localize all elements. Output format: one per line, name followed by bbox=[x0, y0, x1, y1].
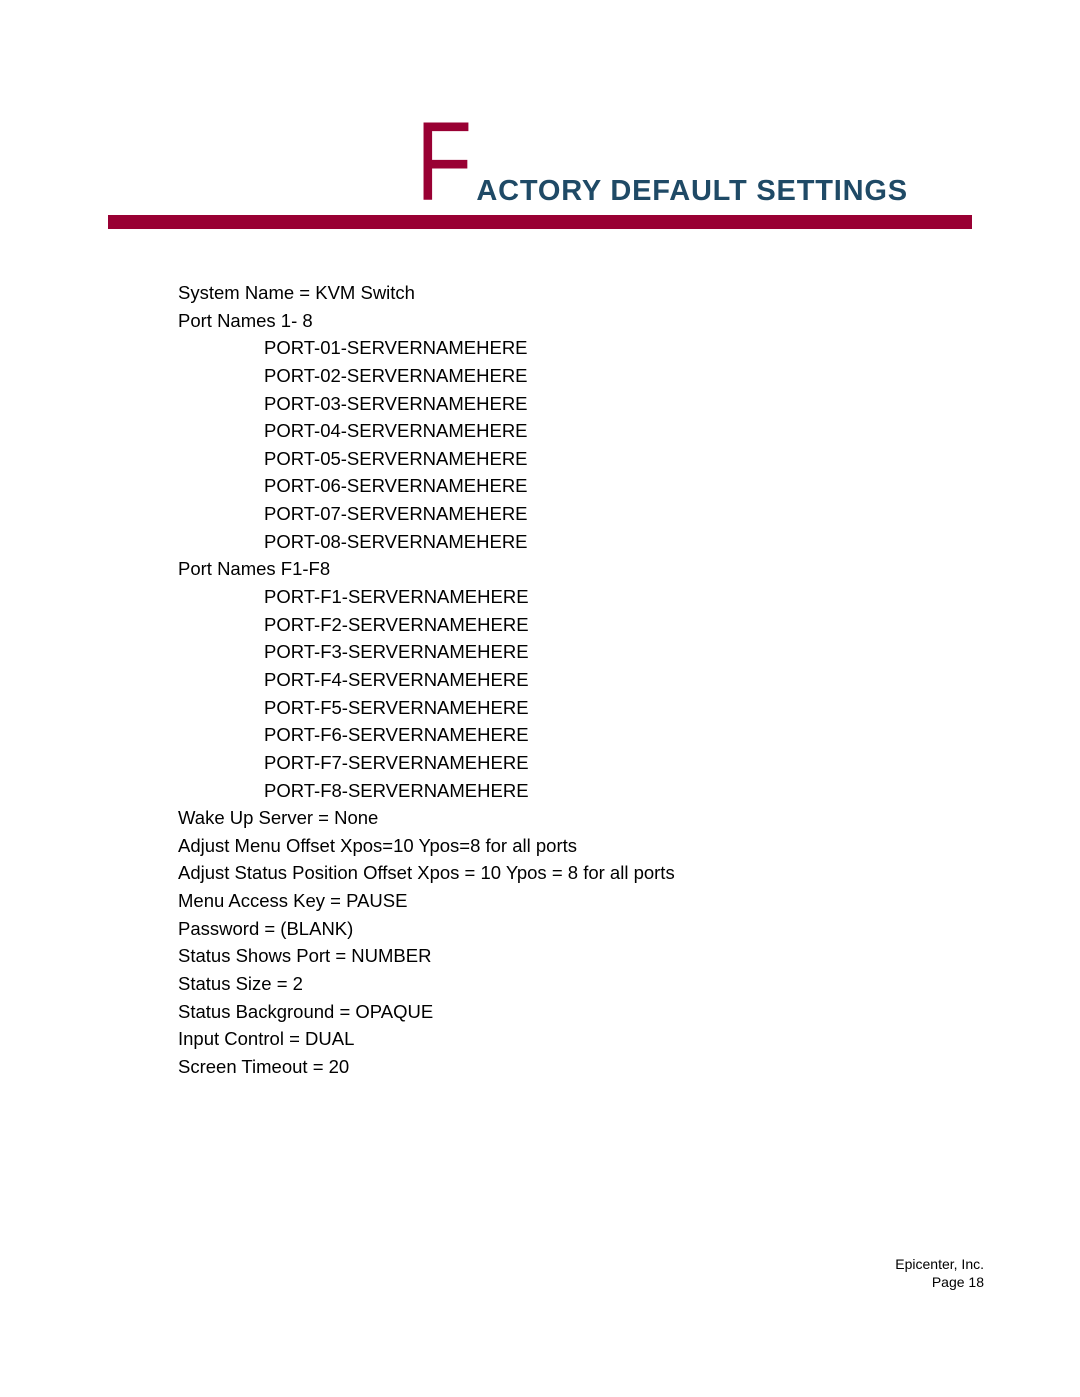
port-name-f-item: PORT-F8-SERVERNAMEHERE bbox=[264, 779, 529, 801]
port-name-f-item: PORT-F5-SERVERNAMEHERE bbox=[264, 696, 529, 718]
port-name-f-item: PORT-F4-SERVERNAMEHERE bbox=[264, 668, 529, 690]
port-name-item: PORT-02-SERVERNAMEHERE bbox=[264, 364, 528, 386]
setting-menu-offset: Adjust Menu Offset Xpos=10 Ypos=8 for al… bbox=[178, 834, 578, 856]
setting-input-control: Input Control = DUAL bbox=[178, 1028, 355, 1050]
port-names-f-heading: Port Names F1-F8 bbox=[178, 558, 331, 580]
settings-list: System Name = KVM Switch Port Names 1- 8… bbox=[178, 281, 675, 1083]
port-names-heading: Port Names 1- 8 bbox=[178, 309, 313, 331]
port-name-f-item: PORT-F3-SERVERNAMEHERE bbox=[264, 641, 529, 663]
setting-status-shows-port: Status Shows Port = NUMBER bbox=[178, 945, 432, 967]
setting-system-name: System Name = KVM Switch bbox=[178, 282, 415, 303]
setting-status-offset: Adjust Status Position Offset Xpos = 10 … bbox=[178, 862, 675, 884]
footer-company: Epicenter, Inc. bbox=[895, 1256, 984, 1272]
port-name-f-item: PORT-F7-SERVERNAMEHERE bbox=[264, 751, 529, 773]
title-divider bbox=[108, 215, 972, 229]
setting-password: Password = (BLANK) bbox=[178, 917, 354, 939]
port-name-item: PORT-07-SERVERNAMEHERE bbox=[264, 503, 528, 525]
port-name-item: PORT-03-SERVERNAMEHERE bbox=[264, 392, 528, 414]
setting-wake-up-server: Wake Up Server = None bbox=[178, 807, 379, 829]
footer-page-number: Page 18 bbox=[931, 1274, 984, 1290]
port-name-f-item: PORT-F2-SERVERNAMEHERE bbox=[264, 613, 529, 635]
setting-screen-timeout: Screen Timeout = 20 bbox=[178, 1055, 350, 1077]
page-footer: Epicenter, Inc. Page 18 bbox=[895, 1255, 984, 1291]
port-name-f-item: PORT-F1-SERVERNAMEHERE bbox=[264, 586, 529, 608]
port-name-item: PORT-05-SERVERNAMEHERE bbox=[264, 447, 528, 469]
port-name-item: PORT-06-SERVERNAMEHERE bbox=[264, 475, 528, 497]
setting-status-size: Status Size = 2 bbox=[178, 973, 303, 995]
title-initial: F bbox=[416, 99, 473, 224]
title-rest: ACTORY DEFAULT SETTINGS bbox=[476, 175, 908, 207]
port-name-item: PORT-01-SERVERNAMEHERE bbox=[264, 337, 528, 359]
port-name-item: PORT-04-SERVERNAMEHERE bbox=[264, 420, 528, 442]
setting-menu-access-key: Menu Access Key = PAUSE bbox=[178, 890, 408, 912]
page-title: F ACTORY DEFAULT SETTINGS bbox=[416, 106, 908, 218]
port-name-f-item: PORT-F6-SERVERNAMEHERE bbox=[264, 724, 529, 746]
setting-status-background: Status Background = OPAQUE bbox=[178, 1000, 434, 1022]
port-name-item: PORT-08-SERVERNAMEHERE bbox=[264, 530, 528, 552]
